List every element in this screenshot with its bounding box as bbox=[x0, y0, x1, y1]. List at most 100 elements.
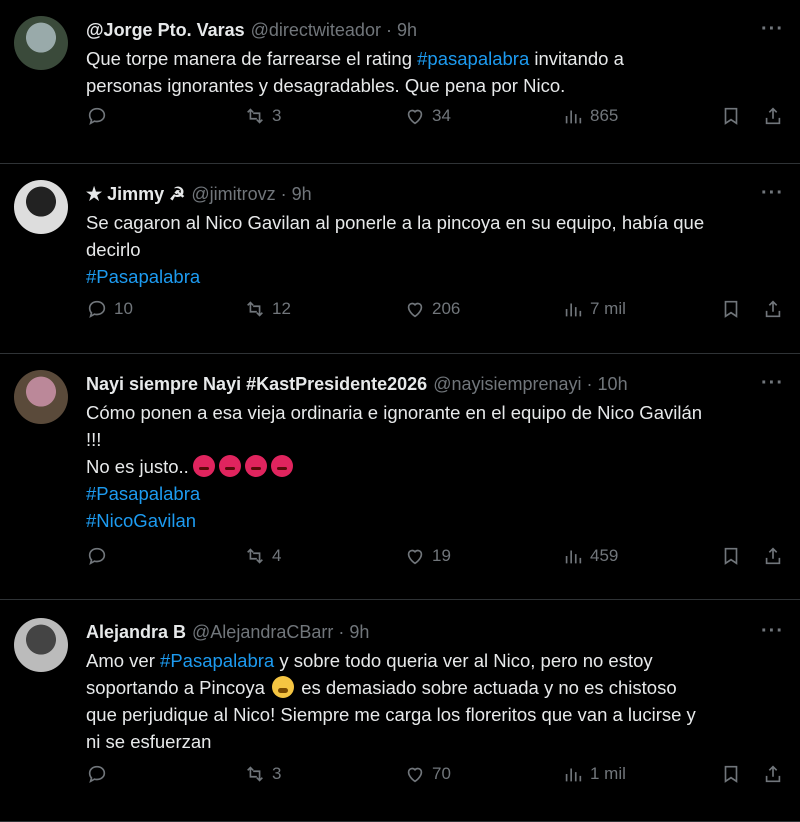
text-segment: Que torpe manera de farrearse el rating bbox=[86, 48, 418, 69]
more-options-icon[interactable]: ··· bbox=[761, 182, 784, 205]
share-button[interactable] bbox=[762, 105, 784, 127]
text-segment: Amo ver bbox=[86, 650, 161, 671]
tweet-text: Cómo ponen a esa vieja ordinaria e ignor… bbox=[86, 399, 784, 534]
timestamp[interactable]: 10h bbox=[598, 372, 628, 396]
reply-button[interactable] bbox=[86, 545, 114, 567]
retweet-button[interactable]: 3 bbox=[244, 105, 281, 127]
avatar[interactable] bbox=[14, 16, 68, 70]
like-count: 34 bbox=[432, 106, 451, 125]
bookmark-button[interactable] bbox=[720, 545, 742, 567]
retweet-button[interactable]: 12 bbox=[244, 298, 291, 320]
tweet[interactable]: Nayi siempre Nayi #KastPresidente2026 @na… bbox=[0, 354, 800, 600]
hashtag-link[interactable]: #Pasapalabra bbox=[86, 266, 200, 287]
user-handle[interactable]: @directwiteador bbox=[251, 18, 381, 42]
like-button[interactable]: 70 bbox=[404, 763, 451, 785]
like-icon bbox=[404, 545, 426, 567]
reply-icon bbox=[86, 298, 108, 320]
tweet-actions: 10 12 206 7 mil bbox=[86, 294, 784, 324]
text-segment: decirlo bbox=[86, 239, 141, 260]
user-handle[interactable]: @nayisiemprenayi bbox=[433, 372, 581, 396]
views-button[interactable]: 7 mil bbox=[562, 298, 626, 320]
display-name[interactable]: @Jorge Pto. Varas bbox=[86, 18, 245, 42]
hashtag-link[interactable]: #NicoGavilan bbox=[86, 510, 196, 531]
views-icon bbox=[562, 105, 584, 127]
angry-face-icon bbox=[218, 455, 241, 477]
reply-icon bbox=[86, 545, 108, 567]
avatar[interactable] bbox=[14, 618, 68, 672]
reply-button[interactable] bbox=[86, 763, 114, 785]
timestamp[interactable]: 9h bbox=[349, 620, 369, 644]
hashtag-link[interactable]: #Pasapalabra bbox=[160, 650, 274, 671]
views-count: 865 bbox=[590, 106, 619, 125]
user-handle[interactable]: @jimitrovz bbox=[191, 182, 275, 206]
text-segment: ni se esfuerzan bbox=[86, 731, 212, 752]
retweet-button[interactable]: 4 bbox=[244, 545, 281, 567]
more-options-icon[interactable]: ··· bbox=[761, 372, 784, 395]
tweet-actions: 4 19 459 bbox=[86, 541, 784, 571]
retweet-count: 3 bbox=[272, 106, 282, 125]
views-count: 7 mil bbox=[590, 299, 626, 318]
angry-face-icon bbox=[192, 455, 215, 477]
more-options-icon[interactable]: ··· bbox=[761, 18, 784, 41]
tweet[interactable]: Alejandra B @AlejandraCBarr · 9h ··· Amo ver … bbox=[0, 600, 800, 822]
user-handle[interactable]: @AlejandraCBarr bbox=[192, 620, 333, 644]
text-segment: soportando a Pincoya bbox=[86, 677, 271, 698]
reply-count: 10 bbox=[114, 299, 133, 318]
bookmark-icon bbox=[720, 298, 742, 320]
more-options-icon[interactable]: ··· bbox=[761, 620, 784, 643]
text-segment: es demasiado sobre actuada y no es chist… bbox=[296, 677, 677, 698]
separator-dot: · bbox=[385, 20, 392, 40]
bookmark-button[interactable] bbox=[720, 105, 742, 127]
views-button[interactable]: 865 bbox=[562, 105, 618, 127]
share-icon bbox=[762, 298, 784, 320]
tweet[interactable]: ★ Jimmy ☭ @jimitrovz · 9h ··· Se cagaron al N… bbox=[0, 164, 800, 354]
bookmark-icon bbox=[720, 545, 742, 567]
tweet[interactable]: @Jorge Pto. Varas @directwiteador · 9h ··· Qu… bbox=[0, 0, 800, 164]
angry-face-icon bbox=[270, 455, 293, 477]
tweet-actions: 3 70 1 mil bbox=[86, 759, 784, 789]
like-button[interactable]: 206 bbox=[404, 298, 460, 320]
retweet-count: 3 bbox=[272, 764, 282, 783]
text-segment: invitando a bbox=[529, 48, 624, 69]
views-button[interactable]: 459 bbox=[562, 545, 618, 567]
retweet-icon bbox=[244, 298, 266, 320]
retweet-icon bbox=[244, 763, 266, 785]
like-button[interactable]: 34 bbox=[404, 105, 451, 127]
retweet-count: 12 bbox=[272, 299, 291, 318]
hashtag-link[interactable]: #pasapalabra bbox=[417, 48, 529, 69]
display-name[interactable]: ★ Jimmy ☭ bbox=[86, 182, 185, 206]
share-icon bbox=[762, 105, 784, 127]
timestamp[interactable]: 9h bbox=[397, 18, 417, 42]
separator-dot: · bbox=[280, 184, 287, 204]
views-icon bbox=[562, 763, 584, 785]
views-button[interactable]: 1 mil bbox=[562, 763, 626, 785]
share-button[interactable] bbox=[762, 763, 784, 785]
display-name[interactable]: Alejandra B bbox=[86, 620, 186, 644]
tweet-text: Amo ver #Pasapalabra y sobre todo queria… bbox=[86, 647, 784, 755]
like-count: 19 bbox=[432, 546, 451, 565]
tweet-header: Nayi siempre Nayi #KastPresidente2026 @na… bbox=[86, 372, 784, 396]
views-count: 1 mil bbox=[590, 764, 626, 783]
avatar[interactable] bbox=[14, 370, 68, 424]
hashtag-link[interactable]: #Pasapalabra bbox=[86, 483, 200, 504]
bookmark-icon bbox=[720, 105, 742, 127]
reply-button[interactable]: 10 bbox=[86, 298, 133, 320]
text-segment: personas ignorantes y desagradables. Que… bbox=[86, 75, 566, 96]
retweet-button[interactable]: 3 bbox=[244, 763, 281, 785]
tired-face-icon bbox=[272, 676, 295, 698]
text-segment: que perjudique al Nico! Siempre me carga… bbox=[86, 704, 696, 725]
share-button[interactable] bbox=[762, 298, 784, 320]
avatar[interactable] bbox=[14, 180, 68, 234]
share-button[interactable] bbox=[762, 545, 784, 567]
share-icon bbox=[762, 545, 784, 567]
bookmark-button[interactable] bbox=[720, 763, 742, 785]
like-icon bbox=[404, 105, 426, 127]
retweet-icon bbox=[244, 105, 266, 127]
like-button[interactable]: 19 bbox=[404, 545, 451, 567]
reply-icon bbox=[86, 763, 108, 785]
display-name[interactable]: Nayi siempre Nayi #KastPresidente2026 bbox=[86, 372, 427, 396]
timestamp[interactable]: 9h bbox=[292, 182, 312, 206]
bookmark-button[interactable] bbox=[720, 298, 742, 320]
tweet-header: ★ Jimmy ☭ @jimitrovz · 9h bbox=[86, 182, 784, 206]
reply-button[interactable] bbox=[86, 105, 114, 127]
